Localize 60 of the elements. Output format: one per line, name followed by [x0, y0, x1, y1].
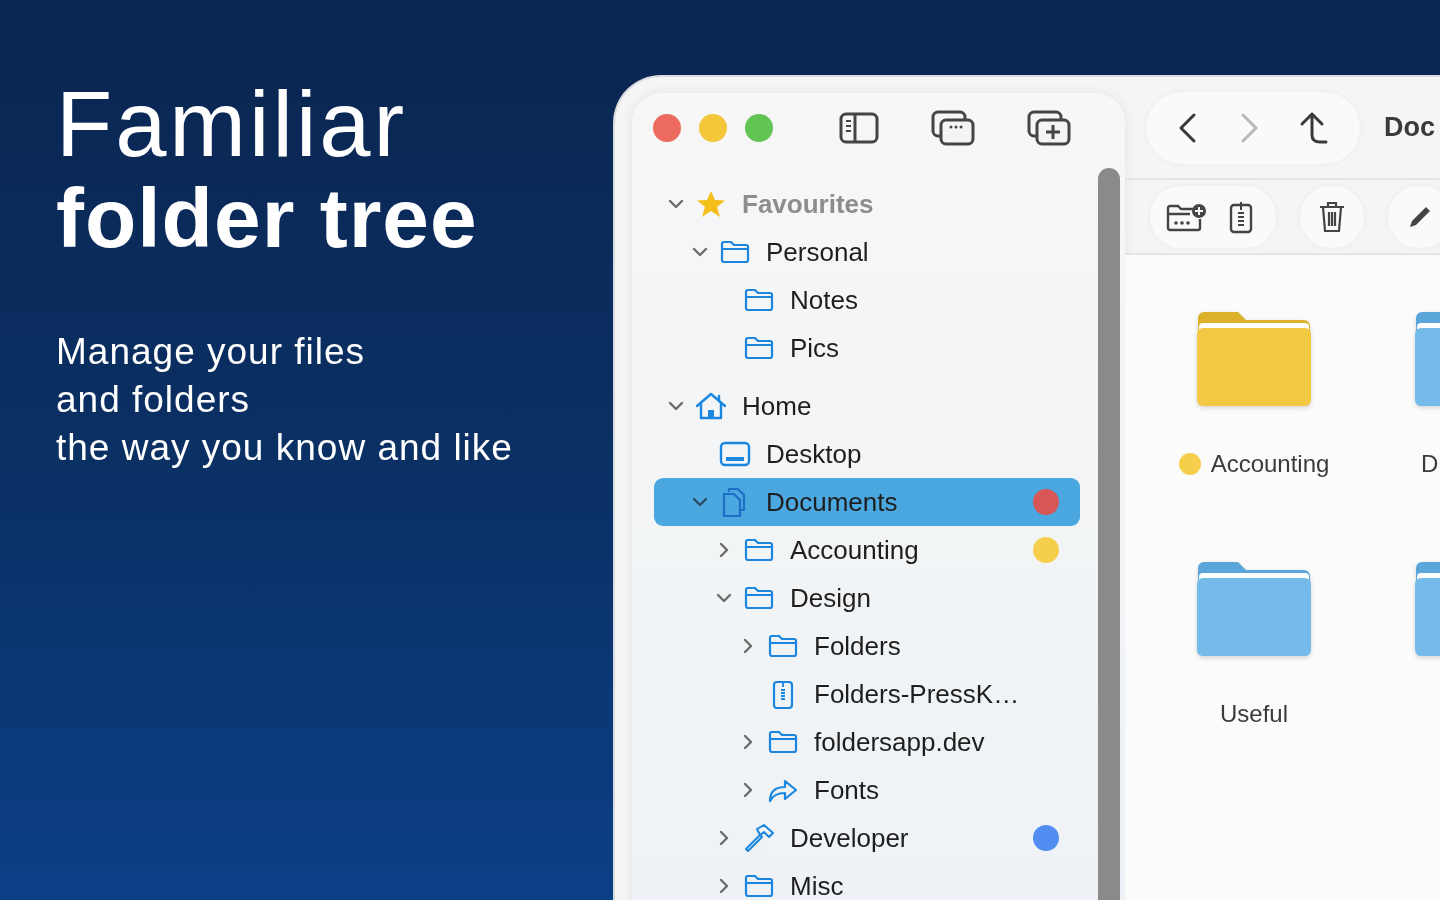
- folder-icon: [768, 634, 798, 658]
- tree-item[interactable]: Misc: [654, 862, 1080, 900]
- tree-item-label: Folders-PressK…: [814, 678, 1020, 710]
- folder-icon: [744, 538, 774, 562]
- tree-item[interactable]: Developer: [654, 814, 1080, 862]
- tree-item-label: Design: [790, 582, 871, 614]
- tree-item[interactable]: Folders: [654, 622, 1080, 670]
- window-title: Doc: [1384, 112, 1435, 143]
- tree-item[interactable]: Notes: [654, 276, 1080, 324]
- zip-file-icon[interactable]: [1228, 199, 1254, 234]
- tree-item-label: foldersapp.dev: [814, 726, 985, 758]
- tree-item[interactable]: Personal: [654, 228, 1080, 276]
- zip-file-icon: [772, 678, 794, 710]
- tree-item[interactable]: foldersapp.dev: [654, 718, 1080, 766]
- tree-item[interactable]: Documents: [654, 478, 1080, 526]
- tree-item-label: Developer: [790, 822, 909, 854]
- tree-item-label: Personal: [766, 236, 869, 268]
- tree-item[interactable]: Design: [654, 574, 1080, 622]
- tree-item-label: Pics: [790, 332, 840, 364]
- tree-item[interactable]: Folders-PressK…: [654, 670, 1080, 718]
- tree-item[interactable]: Accounting: [654, 526, 1080, 574]
- folder-icon[interactable]: [1194, 560, 1314, 658]
- trash-icon: [1318, 200, 1346, 233]
- tree-item-label: Folders: [814, 630, 901, 662]
- folder-icon: [744, 336, 774, 360]
- file-name: D: [1421, 450, 1439, 478]
- tree-item-label: Notes: [790, 284, 858, 316]
- tree-item[interactable]: Home: [654, 382, 1080, 430]
- curved-arrow-icon: [767, 777, 799, 803]
- star-icon: [696, 190, 726, 218]
- tree-item[interactable]: Desktop: [654, 430, 1080, 478]
- folder-icon: [720, 240, 750, 264]
- house-icon: [695, 392, 727, 420]
- folder-icon: [744, 586, 774, 610]
- tree-item-label: Fonts: [814, 774, 880, 806]
- tree-item-label: Desktop: [766, 438, 862, 470]
- tree-item-label: Home: [742, 390, 812, 422]
- folder-icon: [768, 730, 798, 754]
- hammer-icon: [743, 823, 775, 853]
- folder-icon: [744, 288, 774, 312]
- tree-item[interactable]: Fonts: [654, 766, 1080, 814]
- sidebar-toggle-icon[interactable]: [839, 112, 879, 144]
- tree-item-label: Misc: [790, 870, 844, 900]
- windows-icon[interactable]: [931, 110, 975, 146]
- file-name: Useful: [1220, 700, 1288, 728]
- tree-item-label: Accounting: [790, 534, 919, 566]
- edit-button[interactable]: [1388, 185, 1440, 248]
- tagline: Manage your files and folders the way you know and like: [56, 330, 514, 470]
- tree-item-label: Favourites: [742, 188, 874, 220]
- hero-subtitle: folder tree: [56, 170, 479, 266]
- scrollbar[interactable]: [1098, 168, 1120, 900]
- tree-item-label: Documents: [766, 486, 898, 518]
- new-folder-icon[interactable]: [1166, 201, 1206, 232]
- folder-icon: [744, 874, 774, 898]
- close-button[interactable]: [653, 114, 681, 142]
- tree-item[interactable]: Pics: [654, 324, 1080, 372]
- file-name: Accounting: [1210, 450, 1330, 478]
- new-window-icon[interactable]: [1027, 110, 1071, 146]
- hero-title: Familiar: [56, 78, 409, 170]
- desktop-icon: [719, 441, 751, 467]
